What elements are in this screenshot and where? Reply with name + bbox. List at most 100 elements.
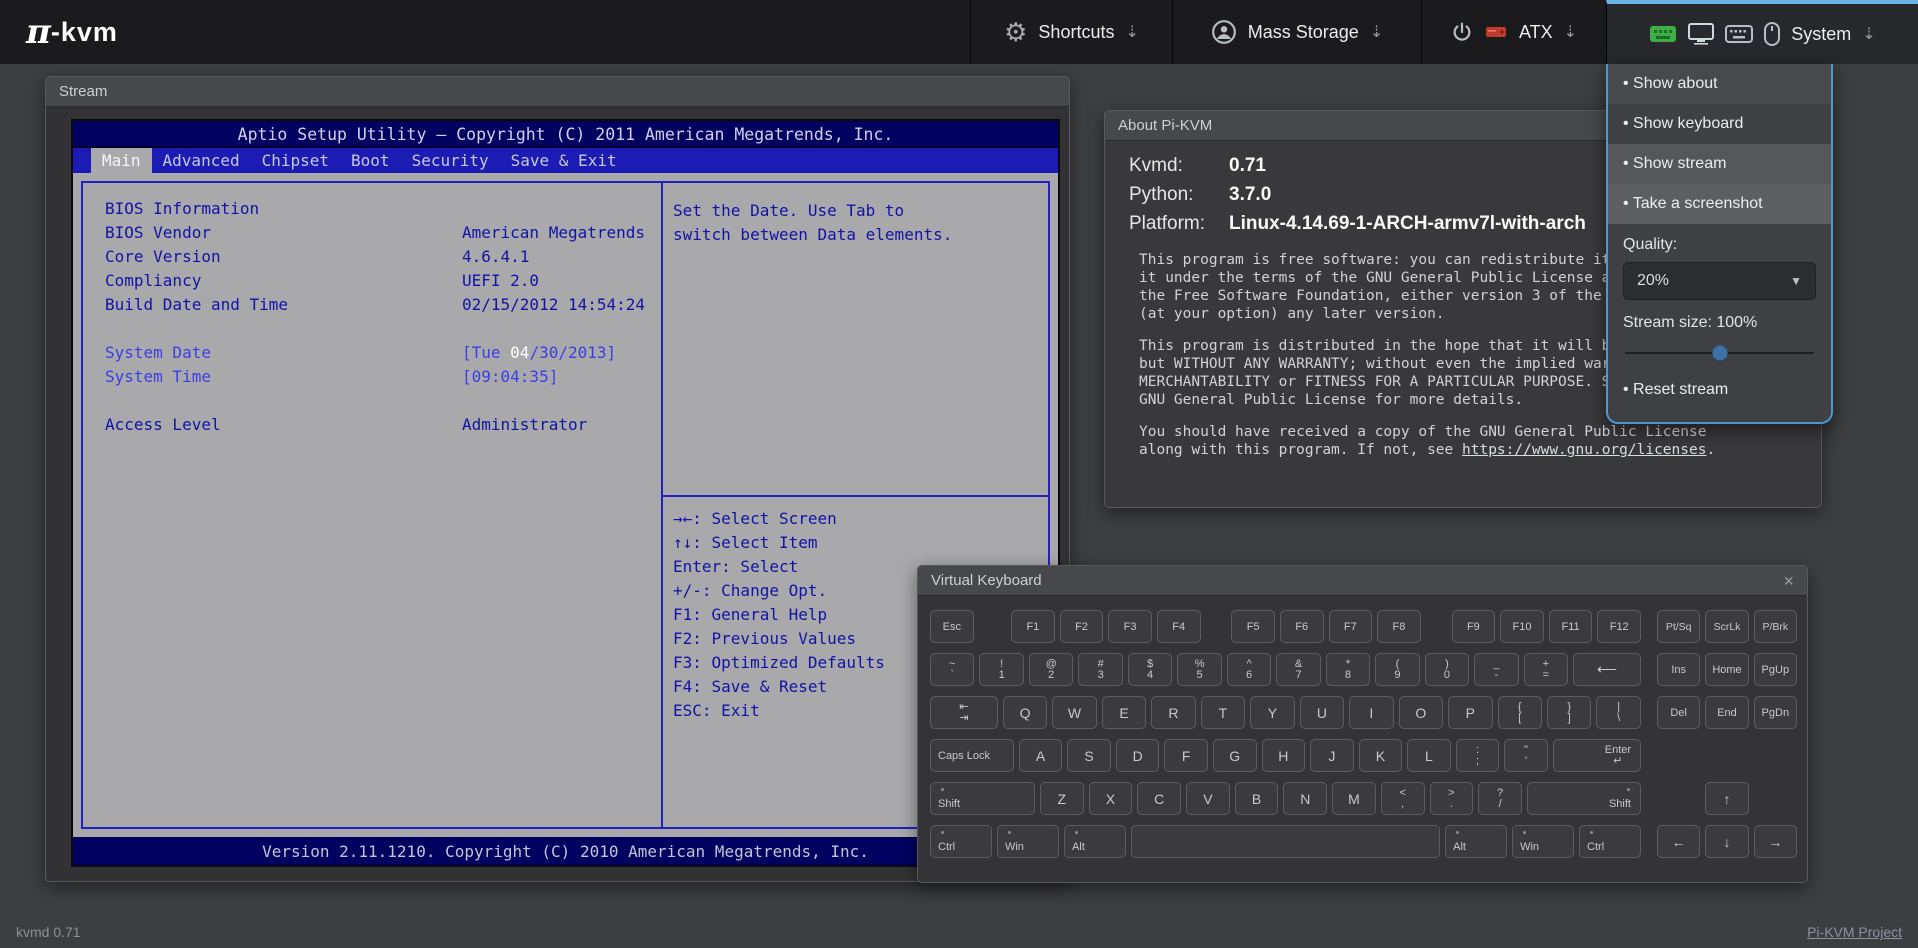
key-p[interactable]: P	[1448, 696, 1492, 729]
key-scroll-lock[interactable]: ScrLk	[1705, 610, 1748, 643]
menu-item-reset-stream[interactable]: • Reset stream	[1608, 370, 1831, 410]
key-7[interactable]: &7	[1276, 653, 1320, 686]
key-esc[interactable]: Esc	[930, 610, 974, 643]
key-3[interactable]: #3	[1078, 653, 1122, 686]
pikvm-project-link[interactable]: Pi-KVM Project	[1807, 924, 1902, 940]
key-home[interactable]: Home	[1705, 653, 1748, 686]
key-r[interactable]: R	[1151, 696, 1195, 729]
key-j[interactable]: J	[1310, 739, 1354, 772]
key-semicolon[interactable]: :;	[1456, 739, 1500, 772]
key-a[interactable]: A	[1019, 739, 1063, 772]
key-b[interactable]: B	[1235, 782, 1279, 815]
key-f1[interactable]: F1	[1011, 610, 1055, 643]
key-shift-right[interactable]: Shift	[1527, 782, 1641, 815]
key-f8[interactable]: F8	[1377, 610, 1421, 643]
key-ctrl-right[interactable]: Ctrl	[1579, 825, 1641, 858]
key-ctrl-left[interactable]: Ctrl	[930, 825, 992, 858]
key-backspace[interactable]: ⟵	[1573, 653, 1641, 686]
stream-window-header[interactable]: Stream	[46, 77, 1069, 107]
key-f6[interactable]: F6	[1280, 610, 1324, 643]
key-pause-break[interactable]: P/Brk	[1754, 610, 1797, 643]
key-f2[interactable]: F2	[1060, 610, 1104, 643]
bios-screen[interactable]: Aptio Setup Utility – Copyright (C) 2011…	[71, 119, 1060, 867]
key-pgup[interactable]: PgUp	[1754, 653, 1797, 686]
key-f11[interactable]: F11	[1549, 610, 1593, 643]
key-4[interactable]: $4	[1128, 653, 1172, 686]
bios-tab-chipset[interactable]: Chipset	[251, 148, 340, 173]
key-backslash[interactable]: |\	[1596, 696, 1640, 729]
key-u[interactable]: U	[1300, 696, 1344, 729]
menu-atx[interactable]: ATX ⇣	[1421, 0, 1606, 64]
menu-item-show-keyboard[interactable]: • Show keyboard	[1608, 104, 1831, 144]
key-alt-right[interactable]: Alt	[1445, 825, 1507, 858]
close-icon[interactable]: ×	[1783, 572, 1794, 590]
key-n[interactable]: N	[1283, 782, 1327, 815]
menu-shortcuts[interactable]: ⚙ Shortcuts ⇣	[970, 0, 1172, 64]
key-ins[interactable]: Ins	[1657, 653, 1700, 686]
key-m[interactable]: M	[1332, 782, 1376, 815]
key-k[interactable]: K	[1359, 739, 1403, 772]
key-up-arrow[interactable]: ↑	[1705, 782, 1748, 815]
key-print-screen[interactable]: Pt/Sq	[1657, 610, 1700, 643]
menu-item-take-screenshot[interactable]: • Take a screenshot	[1608, 184, 1831, 224]
key-t[interactable]: T	[1201, 696, 1245, 729]
key-alt-left[interactable]: Alt	[1064, 825, 1126, 858]
key-2[interactable]: @2	[1029, 653, 1073, 686]
key-enter[interactable]: Enter↵	[1553, 739, 1641, 772]
key-z[interactable]: Z	[1040, 782, 1084, 815]
key-period[interactable]: >.	[1430, 782, 1474, 815]
key-shift-left[interactable]: Shift	[930, 782, 1035, 815]
license-link[interactable]: https://www.gnu.org/licenses	[1462, 442, 1706, 458]
key-o[interactable]: O	[1399, 696, 1443, 729]
key-caps-lock[interactable]: Caps Lock	[930, 739, 1014, 772]
key-6[interactable]: ^6	[1227, 653, 1271, 686]
key-quote[interactable]: "'	[1504, 739, 1548, 772]
key-f9[interactable]: F9	[1452, 610, 1496, 643]
key-left-arrow[interactable]: ←	[1657, 825, 1700, 858]
menu-mass-storage[interactable]: Mass Storage ⇣	[1172, 0, 1421, 64]
key-i[interactable]: I	[1349, 696, 1393, 729]
key-q[interactable]: Q	[1003, 696, 1047, 729]
slider-handle[interactable]	[1712, 345, 1728, 361]
menu-item-show-stream[interactable]: • Show stream	[1608, 144, 1831, 184]
keyboard-window-header[interactable]: Virtual Keyboard ×	[918, 566, 1807, 596]
key-s[interactable]: S	[1067, 739, 1111, 772]
key-down-arrow[interactable]: ↓	[1705, 825, 1748, 858]
key-win-left[interactable]: Win	[997, 825, 1059, 858]
key-g[interactable]: G	[1213, 739, 1257, 772]
key-8[interactable]: *8	[1326, 653, 1370, 686]
bios-tab-security[interactable]: Security	[401, 148, 500, 173]
key-5[interactable]: %5	[1177, 653, 1221, 686]
key-minus[interactable]: _-	[1474, 653, 1518, 686]
key-slash[interactable]: ?/	[1478, 782, 1522, 815]
key-w[interactable]: W	[1052, 696, 1096, 729]
key-f10[interactable]: F10	[1500, 610, 1544, 643]
key-bracket-left[interactable]: {[	[1498, 696, 1542, 729]
key-del[interactable]: Del	[1657, 696, 1700, 729]
menu-system[interactable]: System ⇣	[1606, 0, 1918, 64]
bios-tab-main[interactable]: Main	[91, 148, 152, 173]
key-d[interactable]: D	[1116, 739, 1160, 772]
key-tab[interactable]: ⇤⇥	[930, 696, 998, 729]
key-0[interactable]: )0	[1425, 653, 1469, 686]
menu-item-show-about[interactable]: • Show about	[1608, 64, 1831, 104]
bios-tab-advanced[interactable]: Advanced	[152, 148, 251, 173]
key-bracket-right[interactable]: }]	[1547, 696, 1591, 729]
key-e[interactable]: E	[1102, 696, 1146, 729]
key-9[interactable]: (9	[1375, 653, 1419, 686]
key-h[interactable]: H	[1262, 739, 1306, 772]
key-comma[interactable]: <,	[1381, 782, 1425, 815]
key-f5[interactable]: F5	[1231, 610, 1275, 643]
key-f7[interactable]: F7	[1329, 610, 1373, 643]
key-pgdn[interactable]: PgDn	[1754, 696, 1797, 729]
key-equals[interactable]: +=	[1524, 653, 1568, 686]
key-l[interactable]: L	[1407, 739, 1451, 772]
key-f4[interactable]: F4	[1157, 610, 1201, 643]
key-y[interactable]: Y	[1250, 696, 1294, 729]
key-f3[interactable]: F3	[1108, 610, 1152, 643]
key-right-arrow[interactable]: →	[1754, 825, 1797, 858]
key-space[interactable]	[1131, 825, 1440, 858]
quality-select[interactable]: 20% ▼	[1623, 262, 1816, 300]
key-1[interactable]: !1	[979, 653, 1023, 686]
key-x[interactable]: X	[1089, 782, 1133, 815]
